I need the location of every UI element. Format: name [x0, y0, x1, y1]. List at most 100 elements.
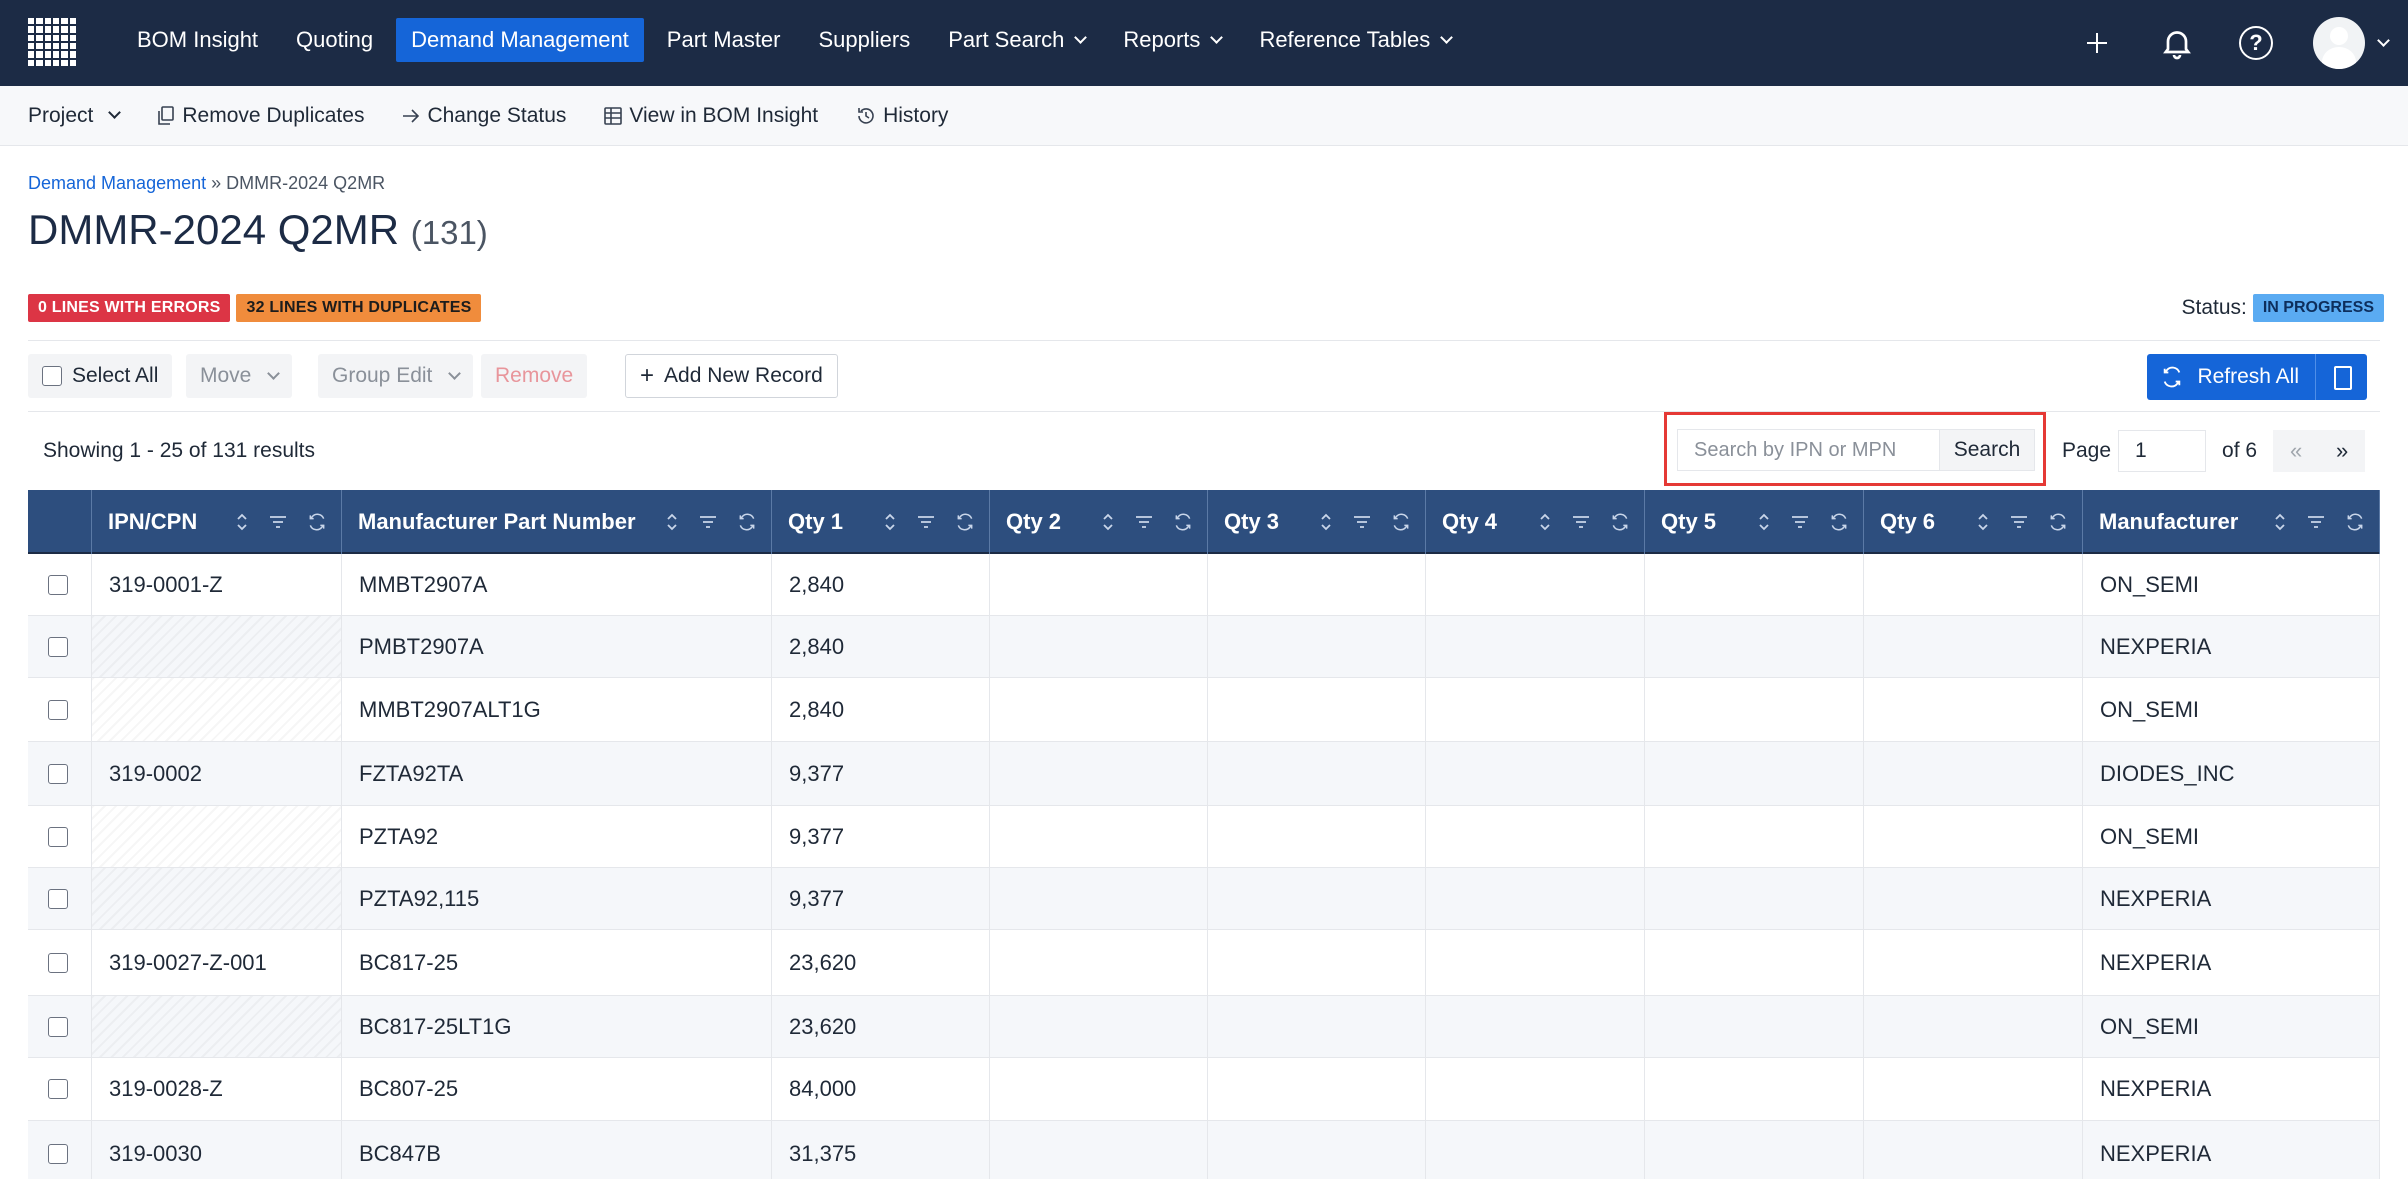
- qty4-cell[interactable]: [1426, 1121, 1645, 1179]
- refresh-icon[interactable]: [307, 512, 327, 532]
- qty5-cell[interactable]: [1645, 678, 1864, 741]
- table-row[interactable]: 319-0027-Z-001 BC817-25 23,620 NEXPERIA: [28, 930, 2380, 996]
- table-row[interactable]: 319-0002 FZTA92TA 9,377 DIODES_INC: [28, 742, 2380, 806]
- qty2-cell[interactable]: [990, 554, 1208, 615]
- row-checkbox[interactable]: [48, 699, 68, 720]
- column-header-manufacturer-part-number[interactable]: Manufacturer Part Number: [342, 490, 772, 554]
- sort-icon[interactable]: [2273, 512, 2287, 532]
- ipn-cell[interactable]: 319-0030: [92, 1121, 342, 1179]
- column-header-ipn-cpn[interactable]: IPN/CPN: [92, 490, 342, 554]
- qty3-cell[interactable]: [1208, 678, 1426, 741]
- nav-item-reference-tables[interactable]: Reference Tables: [1244, 18, 1466, 62]
- qty1-cell[interactable]: 2,840: [772, 616, 990, 677]
- qty5-cell[interactable]: [1645, 1058, 1864, 1120]
- qty4-cell[interactable]: [1426, 616, 1645, 677]
- table-row[interactable]: 319-0030 BC847B 31,375 NEXPERIA: [28, 1121, 2380, 1179]
- filter-icon[interactable]: [2307, 515, 2325, 529]
- plus-icon[interactable]: [2079, 25, 2115, 61]
- ipn-cell[interactable]: 319-0001-Z: [92, 554, 342, 615]
- qty4-cell[interactable]: [1426, 1058, 1645, 1120]
- qty5-cell[interactable]: [1645, 554, 1864, 615]
- refresh-all-button[interactable]: Refresh All: [2147, 354, 2315, 400]
- change-status-button[interactable]: Change Status: [402, 104, 566, 128]
- refresh-icon[interactable]: [1173, 512, 1193, 532]
- table-row[interactable]: PMBT2907A 2,840 NEXPERIA: [28, 616, 2380, 678]
- errors-badge[interactable]: 0 LINES WITH ERRORS: [28, 294, 231, 322]
- manufacturer-cell[interactable]: ON_SEMI: [2083, 678, 2380, 741]
- ipn-cell[interactable]: 319-0028-Z: [92, 1058, 342, 1120]
- qty2-cell[interactable]: [990, 678, 1208, 741]
- remove-button[interactable]: Remove: [481, 354, 588, 398]
- qty2-cell[interactable]: [990, 930, 1208, 995]
- manufacturer-cell[interactable]: ON_SEMI: [2083, 996, 2380, 1057]
- chevron-down-icon[interactable]: [2377, 33, 2390, 47]
- select-all-checkbox[interactable]: [42, 366, 62, 386]
- sort-icon[interactable]: [1101, 512, 1115, 532]
- page-number-input[interactable]: [2118, 430, 2207, 472]
- mpn-cell[interactable]: MMBT2907A: [342, 554, 772, 615]
- qty3-cell[interactable]: [1208, 742, 1426, 805]
- qty3-cell[interactable]: [1208, 996, 1426, 1057]
- qty5-cell[interactable]: [1645, 1121, 1864, 1179]
- search-input[interactable]: [1677, 429, 1939, 471]
- qty3-cell[interactable]: [1208, 806, 1426, 867]
- qty6-cell[interactable]: [1864, 806, 2083, 867]
- nav-item-demand-management[interactable]: Demand Management: [396, 18, 644, 62]
- qty3-cell[interactable]: [1208, 554, 1426, 615]
- qty6-cell[interactable]: [1864, 868, 2083, 929]
- sort-icon[interactable]: [883, 512, 897, 532]
- next-page-button[interactable]: »: [2319, 430, 2366, 472]
- filter-icon[interactable]: [1135, 515, 1153, 529]
- manufacturer-cell[interactable]: DIODES_INC: [2083, 742, 2380, 805]
- mpn-cell[interactable]: BC817-25: [342, 930, 772, 995]
- qty5-cell[interactable]: [1645, 996, 1864, 1057]
- filter-icon[interactable]: [1353, 515, 1371, 529]
- qty2-cell[interactable]: [990, 1058, 1208, 1120]
- qty4-cell[interactable]: [1426, 996, 1645, 1057]
- qty1-cell[interactable]: 23,620: [772, 996, 990, 1057]
- qty3-cell[interactable]: [1208, 1058, 1426, 1120]
- qty1-cell[interactable]: 9,377: [772, 806, 990, 867]
- qty6-cell[interactable]: [1864, 930, 2083, 995]
- mpn-cell[interactable]: BC847B: [342, 1121, 772, 1179]
- add-new-record-button[interactable]: + Add New Record: [625, 354, 838, 398]
- row-checkbox[interactable]: [48, 574, 68, 595]
- search-button[interactable]: Search: [1939, 429, 2035, 471]
- table-row[interactable]: BC817-25LT1G 23,620 ON_SEMI: [28, 996, 2380, 1058]
- nav-item-reports[interactable]: Reports: [1108, 18, 1236, 62]
- manufacturer-cell[interactable]: NEXPERIA: [2083, 1121, 2380, 1179]
- ipn-cell[interactable]: [92, 996, 342, 1057]
- qty6-cell[interactable]: [1864, 1058, 2083, 1120]
- nav-item-bom-insight[interactable]: BOM Insight: [122, 18, 273, 62]
- refresh-icon[interactable]: [1829, 512, 1849, 532]
- manufacturer-cell[interactable]: NEXPERIA: [2083, 1058, 2380, 1120]
- qty1-cell[interactable]: 9,377: [772, 868, 990, 929]
- mpn-cell[interactable]: PZTA92: [342, 806, 772, 867]
- table-row[interactable]: PZTA92,115 9,377 NEXPERIA: [28, 868, 2380, 930]
- sort-icon[interactable]: [665, 512, 679, 532]
- qty3-cell[interactable]: [1208, 1121, 1426, 1179]
- remove-duplicates-button[interactable]: Remove Duplicates: [157, 104, 364, 128]
- qty1-cell[interactable]: 2,840: [772, 678, 990, 741]
- filter-icon[interactable]: [269, 515, 287, 529]
- qty6-cell[interactable]: [1864, 554, 2083, 615]
- qty6-cell[interactable]: [1864, 1121, 2083, 1179]
- qty2-cell[interactable]: [990, 616, 1208, 677]
- qty6-cell[interactable]: [1864, 616, 2083, 677]
- qty4-cell[interactable]: [1426, 930, 1645, 995]
- mpn-cell[interactable]: PZTA92,115: [342, 868, 772, 929]
- table-row[interactable]: PZTA92 9,377 ON_SEMI: [28, 806, 2380, 868]
- qty5-cell[interactable]: [1645, 930, 1864, 995]
- row-checkbox[interactable]: [48, 1079, 68, 1099]
- export-icon[interactable]: [2315, 354, 2367, 400]
- table-row[interactable]: 319-0028-Z BC807-25 84,000 NEXPERIA: [28, 1058, 2380, 1121]
- manufacturer-cell[interactable]: NEXPERIA: [2083, 868, 2380, 929]
- nav-item-suppliers[interactable]: Suppliers: [804, 18, 926, 62]
- row-checkbox[interactable]: [48, 763, 68, 784]
- qty1-cell[interactable]: 2,840: [772, 554, 990, 615]
- refresh-icon[interactable]: [737, 512, 757, 532]
- filter-icon[interactable]: [1791, 515, 1809, 529]
- mpn-cell[interactable]: FZTA92TA: [342, 742, 772, 805]
- prev-page-button[interactable]: «: [2273, 430, 2320, 472]
- group-edit-button[interactable]: Group Edit: [318, 354, 474, 398]
